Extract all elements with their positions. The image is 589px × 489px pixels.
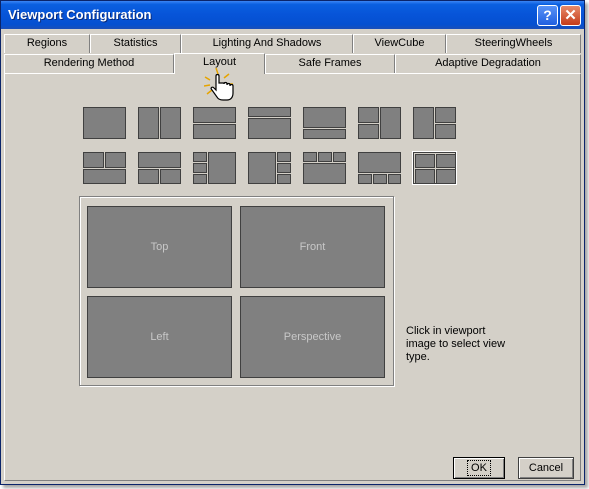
layout-four-quad[interactable] — [412, 151, 457, 185]
tab-adaptive-degradation[interactable]: Adaptive Degradation — [395, 54, 581, 73]
layout-pane — [380, 107, 401, 139]
layout-two-vertical[interactable] — [138, 107, 181, 139]
tab-rendering-method[interactable]: Rendering Method — [4, 54, 174, 73]
viewport-perspective[interactable]: Perspective — [240, 296, 385, 378]
layout-pane — [277, 174, 291, 184]
help-button[interactable]: ? — [537, 5, 558, 26]
ok-button-label: OK — [467, 460, 491, 476]
tab-regions[interactable]: Regions — [4, 34, 90, 53]
hand-cursor-icon — [204, 67, 234, 101]
layout-pane — [358, 152, 401, 173]
hint-text: Click in viewport image to select view t… — [406, 325, 506, 363]
ok-button[interactable]: OK — [453, 457, 505, 479]
layout-four-bottom-split[interactable] — [358, 152, 401, 184]
close-button[interactable]: ✕ — [560, 5, 581, 26]
layout-pane — [435, 124, 456, 139]
layout-pane — [248, 118, 291, 139]
layout-pane — [105, 152, 126, 168]
layout-pane — [413, 107, 434, 139]
layout-pane — [435, 107, 456, 123]
layout-three-left-stack[interactable] — [193, 152, 236, 184]
layout-three-right-split[interactable] — [413, 107, 456, 139]
layout-pane — [277, 152, 291, 162]
viewport-preview: Top Front Left Perspective — [79, 196, 394, 386]
layout-pane — [83, 152, 104, 168]
layout-single[interactable] — [83, 107, 126, 139]
layout-pane — [436, 154, 456, 168]
tab-steeringwheels[interactable]: SteeringWheels — [446, 34, 581, 53]
layout-pane — [193, 124, 236, 139]
layout-pane — [415, 169, 435, 184]
layout-pane — [138, 152, 181, 168]
layout-three-left-split[interactable] — [358, 107, 401, 139]
layout-pane — [277, 163, 291, 173]
layout-pane — [208, 152, 236, 184]
layout-pane — [303, 107, 346, 128]
layout-two-horizontal[interactable] — [193, 107, 236, 139]
layout-pane — [318, 152, 332, 162]
layout-pane — [193, 174, 207, 184]
layout-pane — [303, 152, 317, 162]
layout-pane — [388, 174, 401, 184]
layout-pane — [358, 174, 372, 184]
viewport-front[interactable]: Front — [240, 206, 385, 288]
layout-pane — [193, 152, 207, 162]
layout-pane — [248, 152, 276, 184]
layout-top-thin-bottom-large[interactable] — [248, 107, 291, 139]
layout-three-bottom-split[interactable] — [138, 152, 181, 184]
tab-safe-frames[interactable]: Safe Frames — [265, 54, 395, 73]
layout-pane — [138, 107, 159, 139]
layout-pane — [436, 169, 456, 184]
layout-pane — [415, 154, 435, 168]
layout-pane — [138, 169, 159, 184]
title-bar[interactable]: Viewport Configuration ? ✕ — [1, 1, 584, 29]
layout-pane — [83, 169, 126, 184]
layout-pane — [333, 152, 346, 162]
cancel-button[interactable]: Cancel — [518, 457, 574, 479]
layout-pane — [303, 129, 346, 139]
layout-pane — [193, 107, 236, 123]
viewport-top[interactable]: Top — [87, 206, 232, 288]
layout-top-large-bottom-thin[interactable] — [303, 107, 346, 139]
tab-statistics[interactable]: Statistics — [90, 34, 181, 53]
viewport-configuration-dialog: Viewport Configuration ? ✕ Regions Stati… — [0, 0, 585, 485]
layout-pane — [303, 163, 346, 184]
layout-four-top-split[interactable] — [303, 152, 346, 184]
layout-pane — [160, 107, 181, 139]
layout-pane — [160, 169, 181, 184]
viewport-left[interactable]: Left — [87, 296, 232, 378]
layout-three-top-split[interactable] — [83, 152, 126, 184]
layout-pane — [248, 107, 291, 117]
layout-pane — [358, 107, 379, 123]
tab-lighting-and-shadows[interactable]: Lighting And Shadows — [181, 34, 353, 53]
layout-pane — [373, 174, 387, 184]
tab-viewcube[interactable]: ViewCube — [353, 34, 446, 53]
layout-three-right-stack[interactable] — [248, 152, 291, 184]
layout-pane — [83, 107, 126, 139]
layout-pane — [193, 163, 207, 173]
window-title: Viewport Configuration — [8, 7, 152, 22]
layout-pane — [358, 124, 379, 139]
